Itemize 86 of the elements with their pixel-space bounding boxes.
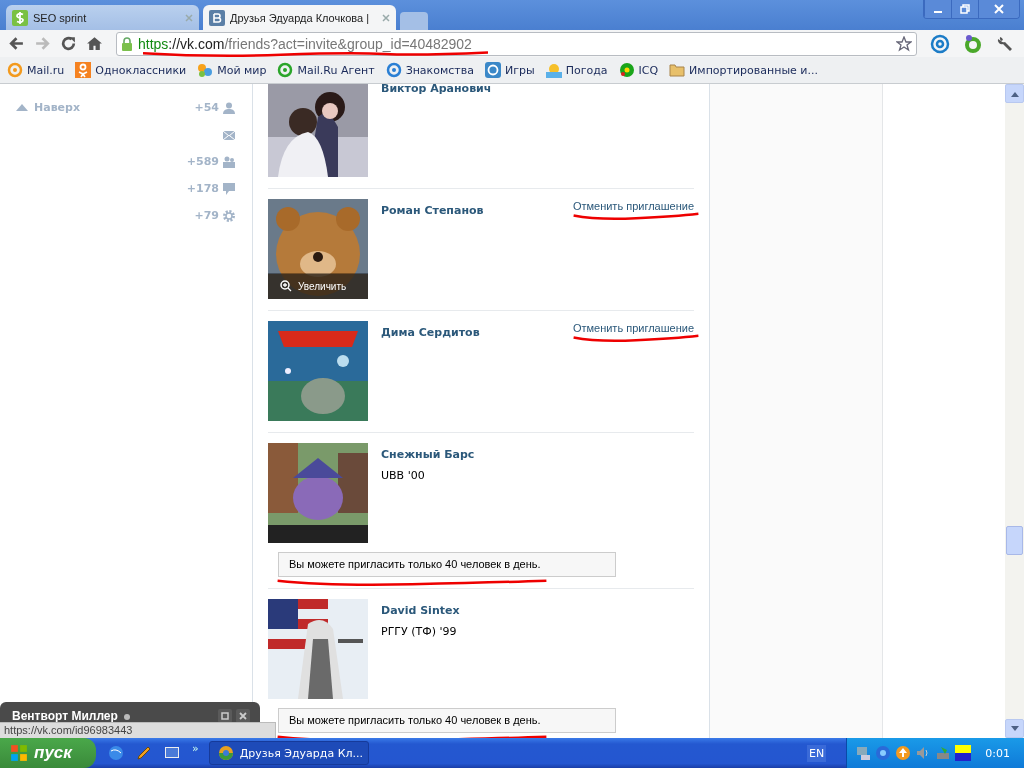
globe-icon[interactable] — [875, 745, 892, 761]
lock-icon — [121, 36, 133, 51]
ring-icon[interactable] — [963, 33, 983, 54]
close-button[interactable] — [978, 0, 1019, 18]
zoom-icon — [280, 280, 292, 292]
at-sign-icon[interactable] — [930, 33, 950, 54]
down-arrow-icon[interactable] — [1010, 725, 1019, 732]
at-sign-icon — [277, 62, 294, 78]
minimize-button[interactable] — [924, 0, 951, 18]
bookmark-link[interactable]: Одноклассники — [75, 62, 187, 78]
zoom-link[interactable]: Увеличить — [268, 273, 368, 299]
comment-icon[interactable] — [223, 182, 235, 195]
status-dot — [123, 714, 130, 720]
desktop-icon[interactable] — [164, 745, 180, 761]
friend-name-link[interactable]: Снежный Барс — [381, 448, 694, 461]
people-icon[interactable] — [223, 155, 235, 168]
at-sign-icon — [7, 62, 23, 78]
home-icon[interactable] — [86, 35, 103, 52]
chrome-icon — [217, 745, 234, 761]
browser-tab[interactable]: SEO sprint — [6, 5, 199, 30]
person-icon — [75, 62, 92, 78]
scrollbar[interactable] — [1005, 84, 1024, 738]
update-icon[interactable] — [895, 745, 912, 761]
vk-icon — [209, 9, 225, 26]
cancel-invite-link[interactable]: Отменить приглашение — [572, 322, 694, 334]
counter: +178 — [186, 182, 219, 195]
counter: +54 — [194, 101, 219, 114]
minimize-icon — [934, 10, 942, 13]
counter: +589 — [186, 155, 219, 168]
cancel-invite-link[interactable]: Отменить приглашение — [572, 200, 694, 212]
bookmark-link[interactable]: Знакомства — [385, 62, 474, 78]
windows-logo-icon — [10, 744, 28, 762]
friend-name-link[interactable]: Виктор Аранович — [381, 84, 694, 95]
bookmark-link[interactable]: Импортированные и... — [669, 62, 818, 78]
flower-icon — [618, 62, 635, 78]
network-icon[interactable] — [855, 745, 872, 761]
scrollbar-thumb[interactable] — [1006, 526, 1023, 555]
friend-name-link[interactable]: Дима Сердитов — [381, 326, 573, 339]
bookmark-link[interactable]: Mail.Ru Агент — [277, 62, 375, 78]
restore-button[interactable] — [951, 0, 978, 18]
counter: +79 — [194, 209, 219, 222]
folder-icon — [669, 62, 686, 78]
language-indicator[interactable]: EN — [807, 744, 827, 762]
reload-icon[interactable] — [60, 35, 77, 52]
bookmark-link[interactable]: Игры — [484, 62, 535, 78]
status-url: https://vk.com/id96983443 — [0, 722, 276, 738]
friend-education: РГГУ (ТФ) '99 — [381, 625, 458, 638]
bookmark-link[interactable]: Mail.ru — [7, 62, 65, 78]
people-icon — [197, 62, 214, 78]
gear-icon[interactable] — [223, 209, 235, 222]
mail-icon[interactable] — [223, 128, 235, 141]
close-icon — [993, 3, 1005, 15]
globe-icon[interactable] — [108, 745, 124, 761]
bookmark-link[interactable]: Мой мир — [197, 62, 267, 78]
start-button[interactable]: пуск — [0, 738, 96, 768]
invite-limit-message: Вы можете пригласить только 40 человек в день. — [278, 552, 616, 577]
at-sign-icon — [385, 62, 402, 78]
at-sign-icon — [484, 62, 501, 78]
up-arrow-icon[interactable] — [1010, 90, 1019, 97]
close-button[interactable] — [236, 709, 250, 723]
restore-icon — [959, 3, 971, 15]
invite-limit-message: Вы можете пригласить только 40 человек в день. — [278, 708, 616, 733]
browser-tab[interactable]: Друзья Эдуарда Клочкова | — [203, 5, 396, 30]
sun-icon — [545, 62, 562, 78]
taskbar-window-button[interactable]: Друзья Эдуарда Кл... — [208, 741, 369, 765]
back-icon[interactable] — [8, 35, 25, 52]
tab-title: SEO sprint — [33, 11, 88, 24]
friend-education: UBB '00 — [381, 469, 426, 482]
star-icon[interactable] — [896, 35, 912, 52]
bookmark-link[interactable]: Погода — [545, 62, 608, 78]
dollar-icon — [12, 9, 28, 26]
friend-name-link[interactable]: David Sintex — [381, 604, 694, 617]
maximize-button[interactable] — [218, 709, 232, 723]
up-arrow-icon — [16, 104, 28, 111]
bookmark-link[interactable]: ICQ — [618, 62, 659, 78]
tray-app-icon[interactable] — [955, 745, 972, 761]
chat-window[interactable]: Вентворт Миллер — [0, 702, 260, 722]
clock: 0:01 — [985, 746, 1010, 760]
more-chevron[interactable]: » — [192, 741, 199, 755]
close-icon[interactable] — [382, 13, 390, 22]
friend-name-link[interactable]: Роман Степанов — [381, 204, 573, 217]
tab-title: Друзья Эдуарда Клочкова | — [230, 11, 370, 24]
person-icon[interactable] — [223, 101, 235, 114]
pencil-icon[interactable] — [136, 745, 152, 761]
chat-contact-name: Вентворт Миллер — [12, 709, 118, 723]
address-field[interactable]: https://vk.com/friends?act=invite&group_id=40482902 — [116, 31, 917, 56]
